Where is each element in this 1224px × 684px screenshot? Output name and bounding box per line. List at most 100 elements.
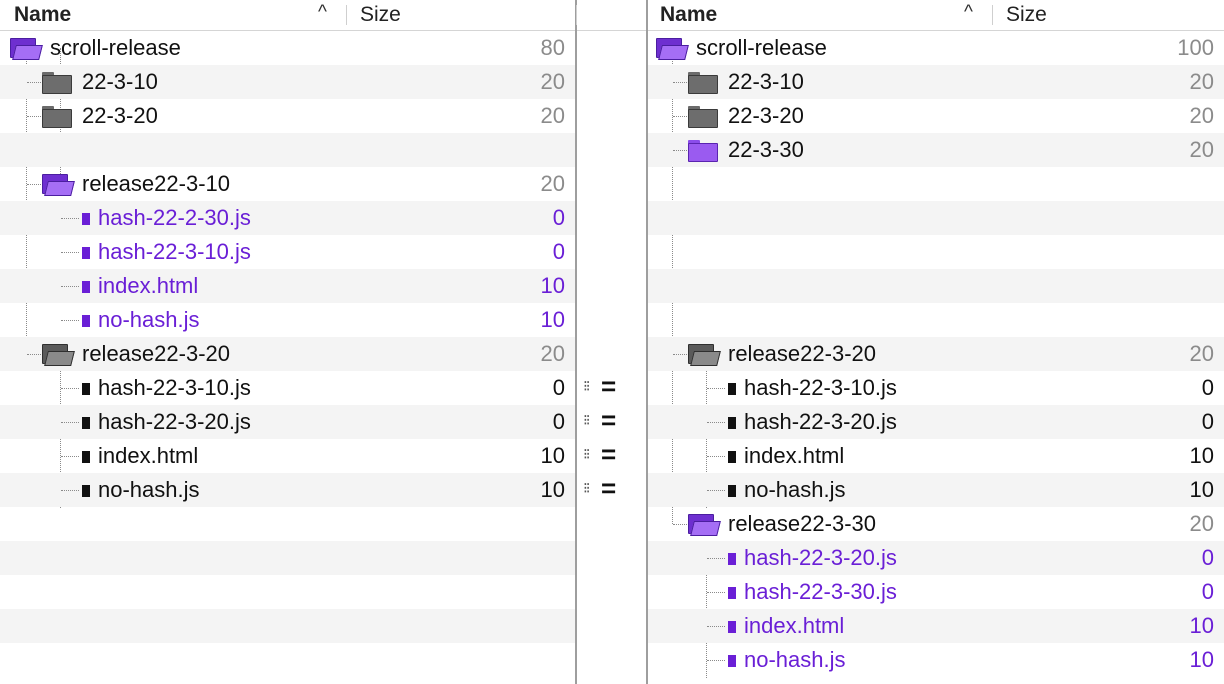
- equal-marker[interactable]: ⁝⁝ =: [583, 439, 623, 473]
- tree-connector: [707, 422, 725, 423]
- tree-row-file[interactable]: hash-22-3-20.js 0: [648, 405, 1224, 439]
- file-icon: [82, 247, 90, 259]
- tree-row-folder[interactable]: release22-3-30 20: [648, 507, 1224, 541]
- tree-row-label: no-hash.js: [98, 307, 200, 332]
- empty-row: [648, 235, 1224, 269]
- tree-row-file[interactable]: index.html 10: [0, 269, 575, 303]
- equal-marker[interactable]: ⁝⁝ =: [583, 405, 623, 439]
- tree-connector: [707, 592, 725, 593]
- tree-row-folder[interactable]: 22-3-20 20: [648, 99, 1224, 133]
- tree-row-size: 20: [540, 103, 565, 128]
- tree-row-label: no-hash.js: [744, 647, 846, 672]
- left-column-header: Name ^ Size: [0, 0, 575, 31]
- empty-row: [0, 575, 575, 609]
- size-column-header[interactable]: Size: [360, 3, 401, 27]
- tree-row-label: 22-3-20: [728, 103, 804, 128]
- tree-row-folder[interactable]: 22-3-10 20: [648, 65, 1224, 99]
- file-icon: [82, 315, 90, 327]
- tree-connector: [707, 456, 725, 457]
- file-icon: [728, 621, 736, 633]
- tree-connector: [707, 626, 725, 627]
- tree-row-file[interactable]: hash-22-3-20.js 0: [0, 405, 575, 439]
- tree-row-label: hash-22-3-20.js: [744, 545, 897, 570]
- column-divider[interactable]: [992, 5, 993, 25]
- tree-row-folder[interactable]: release22-3-20 20: [648, 337, 1224, 371]
- left-tree-rows: scroll-release 80 22-3-10 20 22-3-20 20 …: [0, 31, 575, 677]
- tree-connector: [61, 252, 79, 253]
- tree-row-file[interactable]: hash-22-3-10.js 0: [648, 371, 1224, 405]
- empty-row: [648, 269, 1224, 303]
- tree-row-folder[interactable]: release22-3-10 20: [0, 167, 575, 201]
- tree-row-label: index.html: [98, 443, 199, 468]
- compare-glyph-icon: ⁝⁝: [583, 377, 590, 395]
- tree-connector: [27, 354, 41, 355]
- folder-closed-icon: [42, 72, 72, 94]
- tree-row-file[interactable]: index.html 10: [648, 609, 1224, 643]
- tree-connector: [707, 660, 725, 661]
- tree-row-root[interactable]: scroll-release 100: [648, 31, 1224, 65]
- tree-row-size: 100: [1177, 35, 1214, 60]
- tree-row-file[interactable]: index.html 10: [648, 439, 1224, 473]
- tree-row-label: 22-3-10: [82, 69, 158, 94]
- tree-row-file[interactable]: hash-22-3-10.js 0: [0, 235, 575, 269]
- name-column-header[interactable]: Name: [14, 3, 71, 27]
- sort-ascending-icon[interactable]: ^: [964, 2, 973, 24]
- left-file-tree-pane[interactable]: Name ^ Size scroll-release 80 22-3-10 20…: [0, 0, 575, 684]
- folder-open-icon: [688, 514, 721, 536]
- file-icon: [728, 485, 736, 497]
- file-icon: [728, 587, 736, 599]
- equal-icon: =: [601, 473, 617, 503]
- tree-row-label: scroll-release: [50, 35, 181, 60]
- tree-row-size: 20: [1189, 341, 1214, 366]
- file-icon: [82, 213, 90, 225]
- empty-row: [648, 201, 1224, 235]
- file-icon: [82, 417, 90, 429]
- tree-row-size: 20: [1189, 511, 1214, 536]
- tree-row-folder[interactable]: 22-3-10 20: [0, 65, 575, 99]
- tree-connector: [673, 150, 687, 151]
- tree-connector: [61, 320, 79, 321]
- tree-row-folder[interactable]: 22-3-30 20: [648, 133, 1224, 167]
- tree-connector: [673, 524, 687, 525]
- equal-marker[interactable]: ⁝⁝ =: [583, 473, 623, 507]
- tree-row-file[interactable]: no-hash.js 10: [0, 303, 575, 337]
- empty-row: [648, 167, 1224, 201]
- tree-row-label: scroll-release: [696, 35, 827, 60]
- empty-row: [0, 541, 575, 575]
- tree-connector: [673, 354, 687, 355]
- tree-row-size: 20: [1189, 103, 1214, 128]
- tree-row-file[interactable]: hash-22-3-10.js 0: [0, 371, 575, 405]
- tree-row-folder[interactable]: 22-3-20 20: [0, 99, 575, 133]
- column-divider[interactable]: [346, 5, 347, 25]
- right-file-tree-pane[interactable]: Name ^ Size scroll-release 100 22-3-10 2…: [648, 0, 1224, 684]
- file-icon: [728, 451, 736, 463]
- tree-row-file[interactable]: no-hash.js 10: [0, 473, 575, 507]
- tree-row-label: hash-22-3-10.js: [98, 239, 251, 264]
- tree-row-size: 0: [1201, 409, 1214, 434]
- tree-row-file[interactable]: hash-22-2-30.js 0: [0, 201, 575, 235]
- tree-row-size: 10: [540, 477, 565, 502]
- tree-row-file[interactable]: hash-22-3-30.js 0: [648, 575, 1224, 609]
- tree-row-label: release22-3-30: [728, 511, 876, 536]
- tree-row-file[interactable]: hash-22-3-20.js 0: [648, 541, 1224, 575]
- tree-row-size: 0: [1201, 375, 1214, 400]
- empty-row: [648, 303, 1224, 337]
- tree-row-root[interactable]: scroll-release 80: [0, 31, 575, 65]
- sort-ascending-icon[interactable]: ^: [318, 2, 327, 24]
- folder-closed-icon: [42, 106, 72, 128]
- compare-glyph-icon: ⁝⁝: [583, 479, 590, 497]
- tree-row-file[interactable]: no-hash.js 10: [648, 643, 1224, 677]
- tree-row-file[interactable]: index.html 10: [0, 439, 575, 473]
- size-column-header[interactable]: Size: [1006, 3, 1047, 27]
- tree-row-folder[interactable]: release22-3-20 20: [0, 337, 575, 371]
- name-column-header[interactable]: Name: [660, 3, 717, 27]
- folder-closed-icon: [688, 106, 718, 128]
- tree-row-label: 22-3-10: [728, 69, 804, 94]
- tree-row-file[interactable]: no-hash.js 10: [648, 473, 1224, 507]
- equal-marker[interactable]: ⁝⁝ =: [583, 371, 623, 405]
- tree-row-label: hash-22-2-30.js: [98, 205, 251, 230]
- tree-row-size: 20: [540, 69, 565, 94]
- folder-closed-icon: [688, 140, 718, 162]
- tree-row-label: hash-22-3-10.js: [744, 375, 897, 400]
- tree-row-size: 10: [540, 443, 565, 468]
